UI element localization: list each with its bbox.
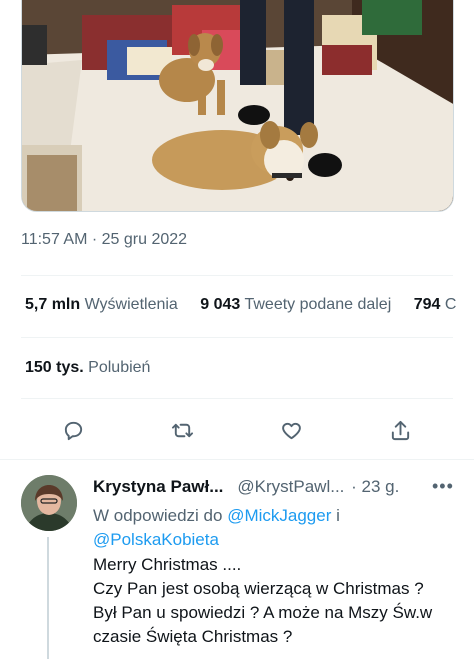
quotes-label: C <box>444 296 457 313</box>
reply-text-line: Był Pan u spowiedzi ? A może na Mszy Św.… <box>93 603 433 622</box>
likes-stat[interactable]: 150 tys. Polubień <box>25 359 150 377</box>
reply-author-name[interactable]: Krystyna Pawł... <box>93 477 223 496</box>
reply-button[interactable] <box>59 416 87 444</box>
thread-line <box>47 537 49 659</box>
replying-to: W odpowiedzi do @MickJagger i @PolskaKob… <box>93 504 453 552</box>
divider <box>21 398 453 399</box>
views-stat: 5,7 mln Wyświetlenia <box>25 296 182 313</box>
tweet-action-bar <box>0 412 474 448</box>
reply-header: Krystyna Pawł... @KrystPawl... · 23 g. <box>93 477 399 497</box>
reply-text-line: czasie Święta Christmas ? <box>93 627 293 646</box>
reply-time[interactable]: · 23 g. <box>351 477 399 496</box>
views-count: 5,7 mln <box>25 296 81 313</box>
tweet-photo[interactable] <box>21 0 454 212</box>
reply-text: Merry Christmas .... Czy Pan jest osobą … <box>93 553 463 649</box>
mention-link[interactable]: @MickJagger <box>227 506 331 525</box>
likes-label: Polubień <box>88 359 151 376</box>
tweet-photo-area <box>0 0 474 230</box>
reply-icon <box>64 421 82 440</box>
tweet-stats-row: 5,7 mln Wyświetlenia 9 043 Tweety podane… <box>25 296 474 314</box>
like-button[interactable] <box>277 416 305 444</box>
quotes-count: 794 <box>413 296 441 313</box>
replying-to-conjunction: i <box>336 506 340 525</box>
views-label: Wyświetlenia <box>84 296 178 313</box>
tweet-timestamp[interactable]: 11:57 AM · 25 gru 2022 <box>21 231 187 249</box>
photo-illustration <box>22 0 453 211</box>
retweets-stat[interactable]: 9 043 Tweety podane dalej <box>200 296 395 313</box>
likes-count: 150 tys. <box>25 359 84 376</box>
retweet-icon <box>171 423 193 437</box>
more-options-icon[interactable]: ••• <box>432 476 454 497</box>
reply-author-handle[interactable]: @KrystPawl... <box>237 477 344 496</box>
divider <box>21 275 453 276</box>
retweet-button[interactable] <box>168 416 196 444</box>
avatar-image <box>21 475 77 531</box>
divider <box>21 337 453 338</box>
mention-link[interactable]: @PolskaKobieta <box>93 530 219 549</box>
heart-icon <box>281 422 301 439</box>
share-button[interactable] <box>386 416 414 444</box>
reply-text-line: Merry Christmas .... <box>93 555 242 574</box>
divider <box>0 459 474 460</box>
retweets-label: Tweety podane dalej <box>244 296 392 313</box>
retweets-count: 9 043 <box>200 296 241 313</box>
quotes-stat[interactable]: 794 C <box>414 296 457 313</box>
avatar[interactable] <box>21 475 77 531</box>
share-icon <box>391 420 409 440</box>
reply-text-line: Czy Pan jest osobą wierzącą w Christmas … <box>93 579 424 598</box>
replying-to-label: W odpowiedzi do <box>93 506 223 525</box>
